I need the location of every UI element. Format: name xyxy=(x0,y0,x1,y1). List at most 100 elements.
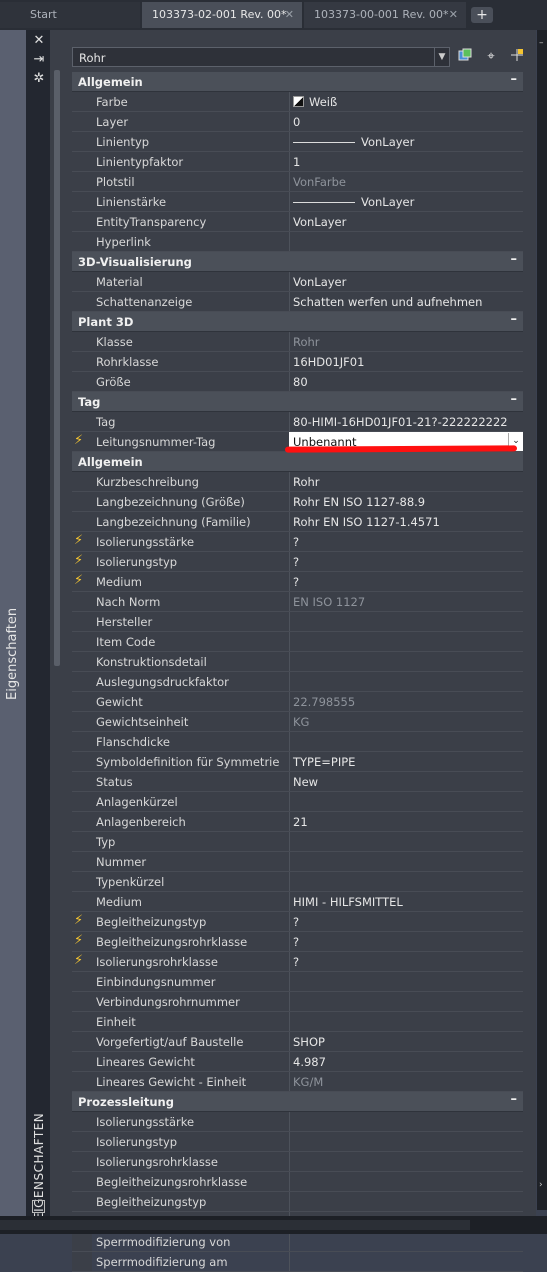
property-row[interactable]: Sperrmodifizierung am xyxy=(72,1252,523,1272)
property-row[interactable]: Lineares Gewicht 4.987 xyxy=(72,1052,523,1072)
property-value-cell[interactable]: 0 xyxy=(293,115,300,129)
property-value-cell[interactable]: 80-HIMI-16HD01JF01-21?-222222222 xyxy=(293,415,508,429)
property-row[interactable]: Medium HIMI - HILFSMITTEL xyxy=(72,892,523,912)
property-row[interactable]: Auslegungsdruckfaktor xyxy=(72,672,523,692)
collapse-icon[interactable]: – xyxy=(511,392,518,407)
property-row[interactable]: ⚡ Medium? xyxy=(72,572,523,592)
property-row[interactable]: Hersteller xyxy=(72,612,523,632)
property-value-cell[interactable]: VonLayer xyxy=(293,275,346,289)
category-header[interactable]: Plant 3D – xyxy=(72,312,523,332)
property-row[interactable]: ⚡ Isolierungsstärke? xyxy=(72,532,523,552)
property-row[interactable]: Farbe Weiß xyxy=(72,92,523,112)
close-icon[interactable]: ✕ xyxy=(449,2,458,28)
category-header[interactable]: Allgemein – xyxy=(72,72,523,92)
property-row[interactable]: Langbezeichnung (Größe) Rohr EN ISO 1127-… xyxy=(72,492,523,512)
property-value-cell[interactable]: ? xyxy=(293,935,299,949)
property-row[interactable]: ⚡ Isolierungstyp? xyxy=(72,552,523,572)
property-row[interactable]: Linienstärke VonLayer xyxy=(72,192,523,212)
select-objects-icon[interactable]: ⌖ xyxy=(482,48,500,66)
property-row[interactable]: Verbindungsrohrnummer xyxy=(72,992,523,1012)
collapse-icon[interactable]: – xyxy=(511,1092,518,1107)
chevron-down-icon[interactable]: ▼ xyxy=(434,48,449,66)
property-row[interactable]: Isolierungstyp xyxy=(72,1132,523,1152)
property-value-cell[interactable]: Weiß xyxy=(293,95,337,109)
property-row[interactable]: Größe 80 xyxy=(72,372,523,392)
property-value-cell[interactable]: Schatten werfen und aufnehmen xyxy=(293,295,482,309)
property-value-cell[interactable]: 16HD01JF01 xyxy=(293,355,364,369)
property-row[interactable]: Langbezeichnung (Familie) Rohr EN ISO 112… xyxy=(72,512,523,532)
property-value-cell[interactable]: ? xyxy=(293,915,299,929)
property-row[interactable]: Einbindungsnummer xyxy=(72,972,523,992)
property-row[interactable]: Isolierungsrohrklasse xyxy=(72,1152,523,1172)
property-row[interactable]: Typ xyxy=(72,832,523,852)
property-row[interactable]: Linientypfaktor 1 xyxy=(72,152,523,172)
property-value-cell[interactable]: Rohr xyxy=(293,475,320,489)
category-header[interactable]: 3D-Visualisierung – xyxy=(72,252,523,272)
category-header[interactable]: Allgemein xyxy=(72,452,523,472)
property-row[interactable]: Isolierungsstärke xyxy=(72,1112,523,1132)
palette-side-label[interactable]: Eigenschaften xyxy=(5,608,20,700)
property-row[interactable]: Typenkürzel xyxy=(72,872,523,892)
property-row[interactable]: Layer 0 xyxy=(72,112,523,132)
property-row[interactable]: Lineares Gewicht - Einheit KG/M xyxy=(72,1072,523,1092)
property-value-cell[interactable]: ? xyxy=(293,575,299,589)
property-row[interactable]: Tag 80-HIMI-16HD01JF01-21?-222222222 xyxy=(72,412,523,432)
close-icon[interactable]: ✕ xyxy=(285,2,294,28)
property-row[interactable]: Einheit xyxy=(72,1012,523,1032)
tab-drawing-02[interactable]: 103373-02-001 Rev. 00* ✕ xyxy=(142,2,302,28)
scrollbar-track[interactable] xyxy=(0,1220,470,1230)
property-row[interactable]: Status New xyxy=(72,772,523,792)
property-row[interactable]: Material VonLayer xyxy=(72,272,523,292)
close-icon[interactable]: ✕ xyxy=(32,34,46,48)
property-value-cell[interactable]: 80 xyxy=(293,375,308,389)
property-value-cell[interactable]: ? xyxy=(293,535,299,549)
property-row[interactable]: Gewichtseinheit KG xyxy=(72,712,523,732)
property-value-cell[interactable]: Rohr EN ISO 1127-1.4571 xyxy=(293,515,440,529)
property-row[interactable]: Flanschdicke xyxy=(72,732,523,752)
property-row[interactable]: Item Code xyxy=(72,632,523,652)
property-row[interactable]: ⚡ Isolierungsrohrklasse? xyxy=(72,952,523,972)
property-row[interactable]: Kurzbeschreibung Rohr xyxy=(72,472,523,492)
collapse-icon[interactable]: – xyxy=(511,312,518,327)
property-row[interactable]: Nummer xyxy=(72,852,523,872)
palette-menu-icon[interactable] xyxy=(32,1200,45,1213)
property-row[interactable]: Klasse Rohr xyxy=(72,332,523,352)
property-value-cell[interactable]: VonLayer xyxy=(293,135,414,149)
property-row[interactable]: EntityTransparency VonLayer xyxy=(72,212,523,232)
property-row[interactable]: ⚡ Begleitheizungstyp? xyxy=(72,912,523,932)
property-row[interactable]: Konstruktionsdetail xyxy=(72,652,523,672)
property-row[interactable]: Gewicht 22.798555 xyxy=(72,692,523,712)
property-row[interactable]: Linientyp VonLayer xyxy=(72,132,523,152)
property-row[interactable]: Vorgefertigt/auf Baustelle SHOP xyxy=(72,1032,523,1052)
collapse-icon[interactable]: – xyxy=(511,252,518,267)
property-row[interactable]: Begleitheizungsrohrklasse xyxy=(72,1172,523,1192)
property-value-cell[interactable]: SHOP xyxy=(293,1035,325,1049)
property-value-cell[interactable]: 4.987 xyxy=(293,1055,326,1069)
property-row[interactable]: Symboldefinition für Symmetrie TYPE=PIPE xyxy=(72,752,523,772)
gear-icon[interactable]: ✲ xyxy=(32,72,46,86)
property-value-cell[interactable]: ? xyxy=(293,555,299,569)
property-value-cell[interactable]: 21 xyxy=(293,815,308,829)
property-row[interactable]: Anlagenbereich 21 xyxy=(72,812,523,832)
palette-title-strip[interactable]: ✕ ⇥ ✲ EIGENSCHAFTEN xyxy=(26,30,50,1220)
collapse-icon[interactable]: – xyxy=(511,72,518,87)
property-row[interactable]: ⚡ Begleitheizungsrohrklasse? xyxy=(72,932,523,952)
autohide-icon[interactable]: ⇥ xyxy=(32,53,46,67)
category-header[interactable]: Tag – xyxy=(72,392,523,412)
toggle-pickadd-icon[interactable] xyxy=(456,48,474,66)
object-type-select[interactable]: Rohr ▼ xyxy=(72,47,450,67)
property-value-cell[interactable]: New xyxy=(293,775,318,789)
property-value-cell[interactable]: 1 xyxy=(293,155,300,169)
property-row[interactable]: Hyperlink xyxy=(72,232,523,252)
property-value-cell[interactable]: ? xyxy=(293,955,299,969)
property-row[interactable]: Schattenanzeige Schatten werfen und aufne… xyxy=(72,292,523,312)
property-row[interactable]: Begleitheizungstyp xyxy=(72,1192,523,1212)
tab-drawing-00[interactable]: 103373-00-001 Rev. 00* ✕ xyxy=(304,2,466,28)
property-row[interactable]: Nach Norm EN ISO 1127 xyxy=(72,592,523,612)
property-row[interactable]: Rohrklasse 16HD01JF01 xyxy=(72,352,523,372)
property-row[interactable]: Anlagenkürzel xyxy=(72,792,523,812)
scrollbar-thumb[interactable] xyxy=(54,70,60,666)
property-value-cell[interactable]: VonLayer xyxy=(293,215,346,229)
new-tab-button[interactable]: + xyxy=(471,7,493,23)
property-value-cell[interactable]: TYPE=PIPE xyxy=(293,755,355,769)
